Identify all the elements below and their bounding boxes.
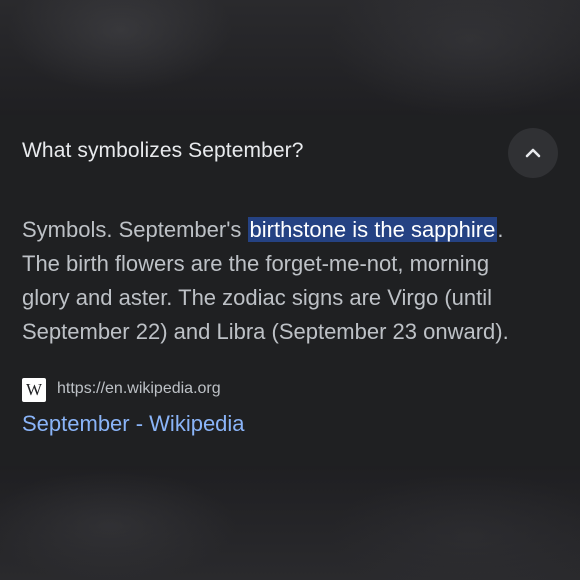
collapse-button[interactable] [508, 128, 558, 178]
chevron-up-icon [525, 148, 541, 158]
question-text: What symbolizes September? [22, 139, 304, 162]
answer-highlight: birthstone is the sapphire [247, 217, 498, 242]
wikipedia-favicon-icon: W [22, 378, 46, 402]
answer-snippet: Symbols. September's birthstone is the s… [22, 213, 542, 349]
background-top [0, 0, 580, 115]
related-question-card: What symbolizes September? Symbols. Sept… [0, 115, 580, 466]
result-link[interactable]: September - Wikipedia [22, 411, 245, 437]
question-header[interactable]: What symbolizes September? [0, 115, 580, 193]
background-bottom [0, 466, 580, 580]
answer-text-before: Symbols. September's [22, 217, 248, 242]
source-url[interactable]: https://en.wikipedia.org [57, 380, 221, 398]
